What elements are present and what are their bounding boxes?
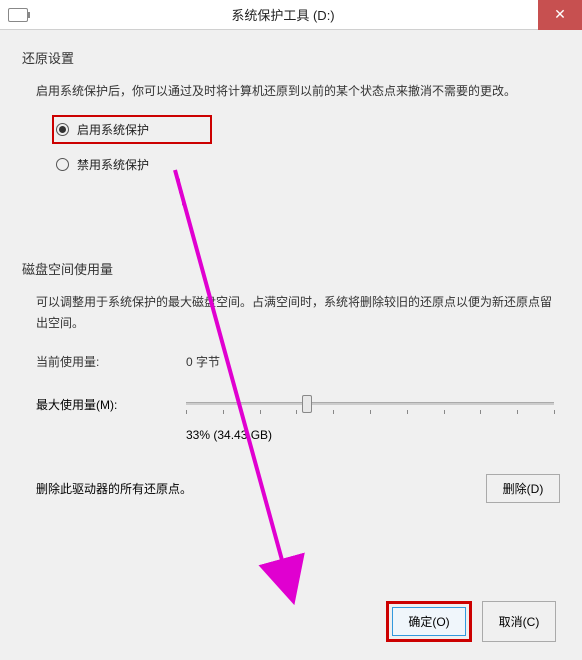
ok-button-highlight: 确定(O)	[386, 601, 472, 642]
dialog-content: 还原设置 启用系统保护后，你可以通过及时将计算机还原到以前的某个状态点来撤消不需…	[0, 30, 582, 660]
ok-button[interactable]: 确定(O)	[392, 607, 466, 636]
titlebar: 系统保护工具 (D:) ✕	[0, 0, 582, 30]
restore-section-title: 还原设置	[22, 48, 560, 67]
radio-enable-protection[interactable]: 启用系统保护	[52, 115, 212, 144]
max-usage-slider[interactable]	[186, 392, 554, 416]
slider-track-line	[186, 402, 554, 405]
slider-thumb[interactable]	[302, 395, 312, 413]
current-usage-row: 当前使用量: 0 字节	[36, 353, 560, 370]
cancel-button[interactable]: 取消(C)	[482, 601, 556, 642]
radio-icon	[56, 158, 69, 171]
protection-radio-group: 启用系统保护 禁用系统保护	[52, 115, 560, 179]
radio-icon	[56, 123, 69, 136]
max-usage-label: 最大使用量(M):	[36, 396, 186, 413]
dialog-footer: 确定(O) 取消(C)	[386, 601, 556, 642]
max-usage-row: 最大使用量(M):	[36, 392, 560, 416]
current-usage-label: 当前使用量:	[36, 353, 186, 370]
delete-restore-points-row: 删除此驱动器的所有还原点。 删除(D)	[36, 474, 560, 503]
slider-value-text: 33% (34.43 GB)	[186, 428, 560, 442]
disk-section-title: 磁盘空间使用量	[22, 259, 560, 278]
disk-description: 可以调整用于系统保护的最大磁盘空间。占满空间时，系统将删除较旧的还原点以便为新还…	[36, 292, 560, 333]
battery-icon	[8, 8, 28, 22]
restore-description: 启用系统保护后，你可以通过及时将计算机还原到以前的某个状态点来撤消不需要的更改。	[36, 81, 560, 101]
window-title: 系统保护工具 (D:)	[28, 5, 538, 24]
delete-description: 删除此驱动器的所有还原点。	[36, 480, 192, 497]
close-icon: ✕	[554, 6, 566, 23]
current-usage-value: 0 字节	[186, 353, 220, 370]
delete-button[interactable]: 删除(D)	[486, 474, 560, 503]
close-button[interactable]: ✕	[538, 0, 582, 30]
radio-disable-label: 禁用系统保护	[77, 156, 149, 173]
radio-enable-label: 启用系统保护	[77, 121, 149, 138]
disk-usage-section: 磁盘空间使用量 可以调整用于系统保护的最大磁盘空间。占满空间时，系统将删除较旧的…	[22, 259, 560, 503]
radio-disable-protection[interactable]: 禁用系统保护	[52, 150, 212, 179]
